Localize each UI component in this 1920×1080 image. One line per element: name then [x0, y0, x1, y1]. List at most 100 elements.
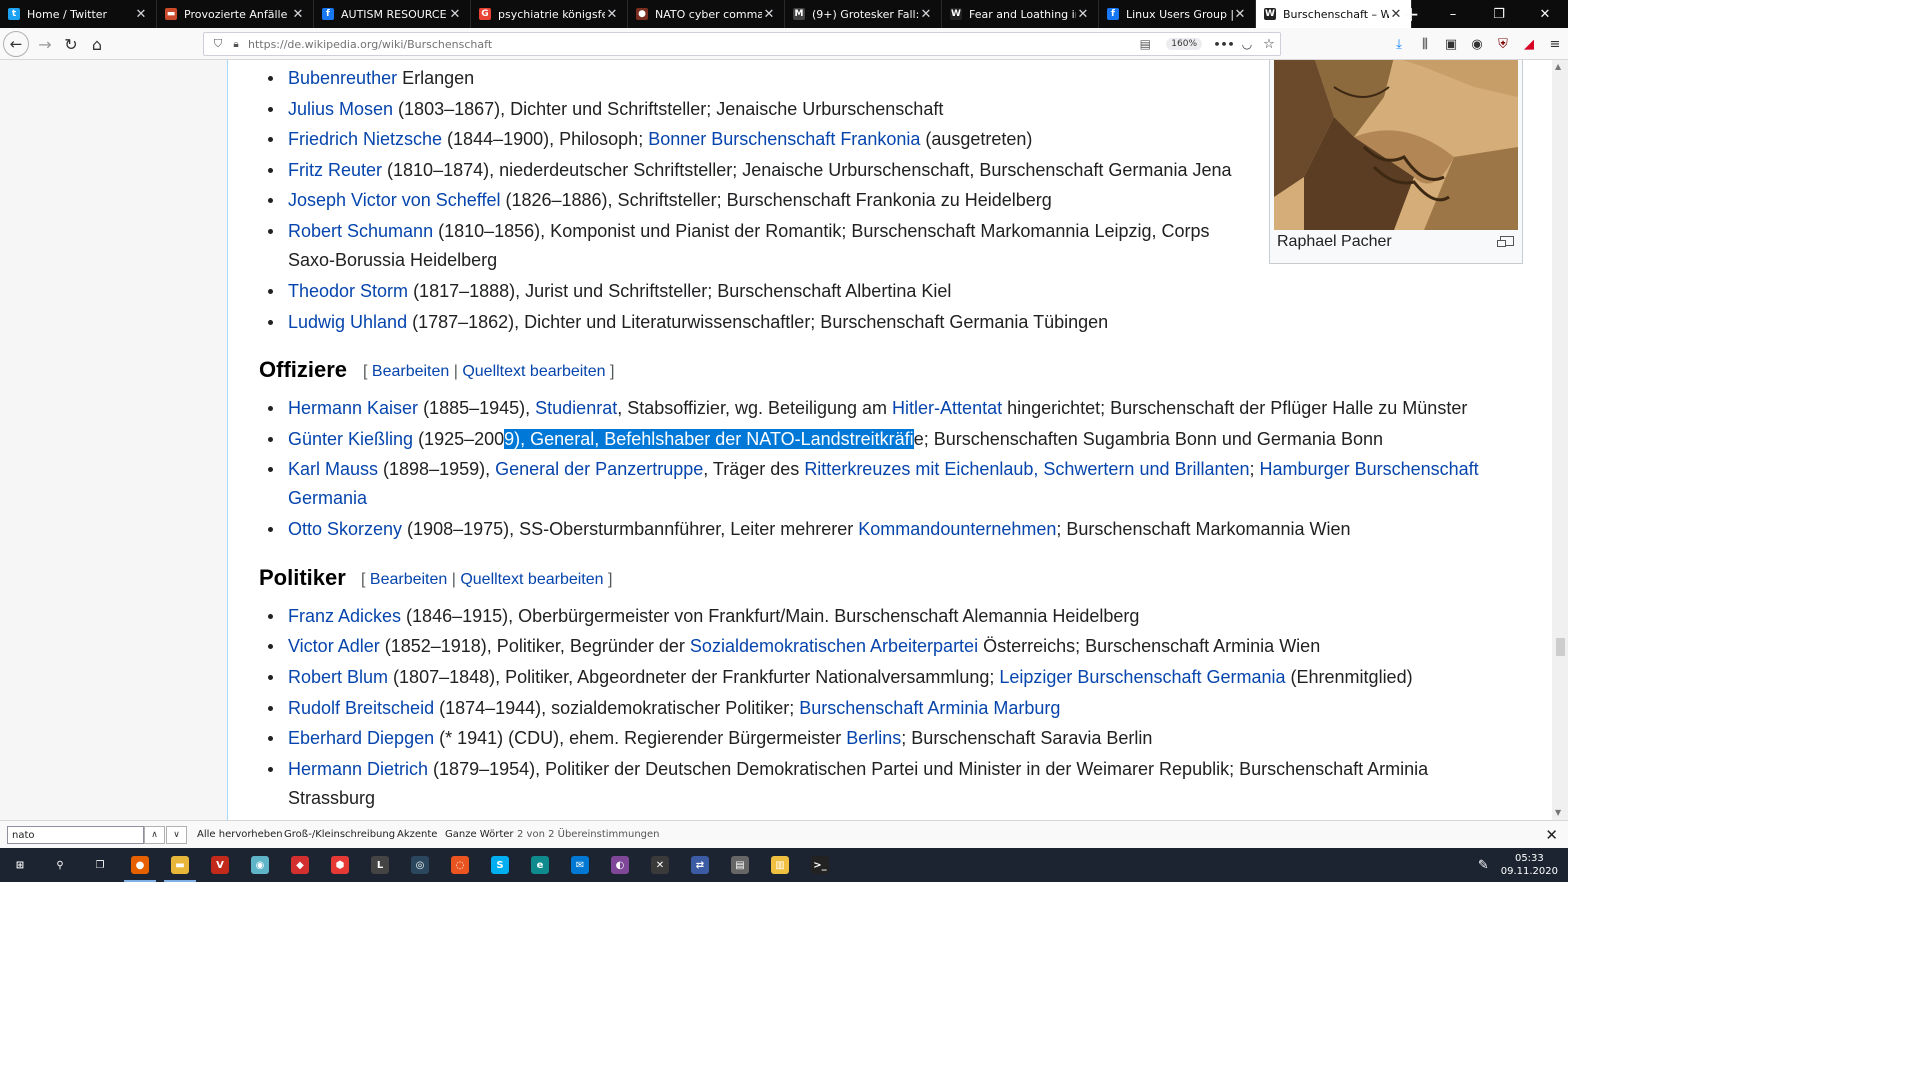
find-next-button[interactable]: ∨	[166, 826, 187, 844]
person-link[interactable]: Hermann Kaiser	[288, 398, 418, 418]
edit-link[interactable]: Bearbeiten	[372, 363, 449, 380]
page-scrollbar[interactable]: ▲ ▼	[1552, 60, 1568, 820]
minimize-icon[interactable]: –	[1430, 0, 1476, 28]
highlight-all-toggle[interactable]: Alle hervorheben	[197, 829, 283, 840]
topic-link[interactable]: Berlins	[846, 728, 901, 748]
person-link[interactable]: Julius Mosen	[288, 99, 393, 119]
taskbar-button[interactable]: ◌	[440, 848, 480, 882]
person-link[interactable]: Victor Adler	[288, 636, 380, 656]
person-link[interactable]: Ludwig Uhland	[288, 312, 407, 332]
person-link[interactable]: Joseph Victor von Scheffel	[288, 190, 500, 210]
address-bar[interactable]: ⛉ 🔒︎ https://de.wikipedia.org/wiki/Bursc…	[203, 32, 1281, 56]
whole-words-toggle[interactable]: Ganze Wörter	[445, 829, 514, 840]
browser-tab[interactable]: W Fear and Loathing in Las✕	[942, 0, 1099, 28]
taskbar-button[interactable]: V	[200, 848, 240, 882]
person-link[interactable]: Eberhard Diepgen	[288, 728, 434, 748]
taskbar-button[interactable]: ⚲	[40, 848, 80, 882]
ublock-icon[interactable]: ⛨	[1490, 32, 1516, 56]
edit-link[interactable]: Bearbeiten	[370, 571, 447, 588]
reader-view-icon[interactable]: ▤	[1134, 37, 1156, 51]
find-input[interactable]	[7, 826, 144, 844]
topic-link[interactable]: Sozialdemokratischen Arbeiterpartei	[690, 636, 978, 656]
close-tab-icon[interactable]: ✕	[134, 7, 148, 22]
topic-link[interactable]: Hitler-Attentat	[892, 398, 1002, 418]
close-tab-icon[interactable]: ✕	[1076, 7, 1090, 22]
lock-icon[interactable]: 🔒︎	[228, 39, 244, 50]
topic-link[interactable]: General der Panzertruppe	[495, 459, 703, 479]
close-find-bar-icon[interactable]: ✕	[1545, 826, 1558, 844]
taskbar-button[interactable]: ▤	[720, 848, 760, 882]
topic-link[interactable]: Ritterkreuzes mit Eichenlaub, Schwertern…	[804, 459, 1249, 479]
taskbar-button[interactable]: >_	[800, 848, 840, 882]
topic-link[interactable]: Kommandounternehmen	[858, 519, 1056, 539]
topic-link[interactable]: Studienrat	[535, 398, 617, 418]
edit-source-link[interactable]: Quelltext bearbeiten	[460, 571, 603, 588]
taskbar-button[interactable]: ◆	[280, 848, 320, 882]
browser-tab[interactable]: ▬ Provozierte Anfälle (Gelo✕	[157, 0, 314, 28]
browser-tab[interactable]: f AUTISM RESOURCE NETW✕	[314, 0, 471, 28]
account-icon[interactable]: ◉	[1464, 32, 1490, 56]
fraternity-link[interactable]: Germania	[288, 488, 367, 508]
browser-tab[interactable]: M (9+) Grotesker Fall: Denn✕	[785, 0, 942, 28]
find-previous-button[interactable]: ∧	[144, 826, 165, 844]
clock[interactable]: 05:33 09.11.2020	[1501, 852, 1558, 878]
sidebar-icon[interactable]: ▣	[1438, 32, 1464, 56]
tracking-shield-icon[interactable]: ⛉	[208, 37, 228, 51]
browser-tab[interactable]: ● NATO cyber command t✕	[628, 0, 785, 28]
browser-tab[interactable]: f Linux Users Group | Face✕	[1099, 0, 1256, 28]
person-link[interactable]: Robert Schumann	[288, 221, 433, 241]
fraternity-link[interactable]: Leipziger Burschenschaft Germania	[999, 667, 1285, 687]
taskbar-button[interactable]: ◐	[600, 848, 640, 882]
back-icon[interactable]: ←	[3, 31, 29, 57]
person-link[interactable]: Fritz Reuter	[288, 160, 382, 180]
downloads-icon[interactable]: ⤓	[1386, 32, 1412, 56]
close-tab-icon[interactable]: ✕	[919, 7, 933, 22]
forward-icon[interactable]: →	[32, 31, 58, 57]
fraternity-link[interactable]: Hamburger Burschenschaft	[1260, 459, 1479, 479]
person-link[interactable]: Otto Skorzeny	[288, 519, 402, 539]
person-link[interactable]: Theodor Storm	[288, 281, 408, 301]
extension-icon[interactable]: ◢	[1516, 32, 1542, 56]
taskbar-button[interactable]: ●	[120, 848, 160, 882]
browser-tab[interactable]: Gpsychiatrie königsfelden✕	[471, 0, 628, 28]
browser-tab[interactable]: WBurschenschaft – Wikipe✕	[1256, 0, 1412, 28]
match-case-toggle[interactable]: Groß-/Kleinschreibung	[284, 829, 395, 840]
taskbar-button[interactable]: S	[480, 848, 520, 882]
close-tab-icon[interactable]: ✕	[291, 7, 305, 22]
scroll-up-icon[interactable]: ▲	[1555, 62, 1561, 71]
new-tab-button[interactable]: +	[1396, 0, 1426, 28]
scroll-down-icon[interactable]: ▼	[1555, 808, 1561, 817]
pocket-icon[interactable]: ◡	[1236, 37, 1258, 51]
taskbar-button[interactable]: ◉	[240, 848, 280, 882]
person-link[interactable]: Karl Mauss	[288, 459, 378, 479]
page-actions-icon[interactable]: •••	[1212, 38, 1236, 51]
url-text[interactable]: https://de.wikipedia.org/wiki/Burschensc…	[248, 38, 1134, 51]
bookmark-star-icon[interactable]: ☆	[1258, 37, 1280, 52]
taskbar-button[interactable]: ⬢	[320, 848, 360, 882]
scrollbar-thumb[interactable]	[1556, 638, 1565, 656]
match-diacritics-toggle[interactable]: Akzente	[397, 829, 437, 840]
person-link[interactable]: Hermann Dietrich	[288, 759, 428, 779]
browser-tab[interactable]: t Home / Twitter ✕	[0, 0, 157, 28]
close-tab-icon[interactable]: ✕	[448, 7, 462, 22]
taskbar-button[interactable]: e	[520, 848, 560, 882]
taskbar-button[interactable]: ✕	[640, 848, 680, 882]
taskbar-button[interactable]: L	[360, 848, 400, 882]
taskbar-button[interactable]: ❐	[80, 848, 120, 882]
fraternity-link[interactable]: Burschenschaft Arminia Marburg	[799, 698, 1060, 718]
pen-icon[interactable]: ✎	[1478, 858, 1489, 873]
edit-source-link[interactable]: Quelltext bearbeiten	[462, 363, 605, 380]
reload-icon[interactable]: ↻	[58, 31, 84, 57]
menu-icon[interactable]: ≡	[1542, 32, 1568, 56]
zoom-level-badge[interactable]: 160%	[1166, 38, 1202, 50]
fraternity-link[interactable]: Bonner Burschenschaft Frankonia	[648, 129, 920, 149]
restore-icon[interactable]: ❐	[1476, 0, 1522, 28]
close-tab-icon[interactable]: ✕	[762, 7, 776, 22]
taskbar-button[interactable]: ▬	[160, 848, 200, 882]
person-link[interactable]: Friedrich Nietzsche	[288, 129, 442, 149]
library-icon[interactable]: ⫼	[1412, 32, 1438, 56]
person-link[interactable]: Rudolf Breitscheid	[288, 698, 434, 718]
home-icon[interactable]: ⌂	[84, 31, 110, 57]
person-link[interactable]: Günter Kießling	[288, 429, 413, 449]
person-link[interactable]: Franz Adickes	[288, 606, 401, 626]
